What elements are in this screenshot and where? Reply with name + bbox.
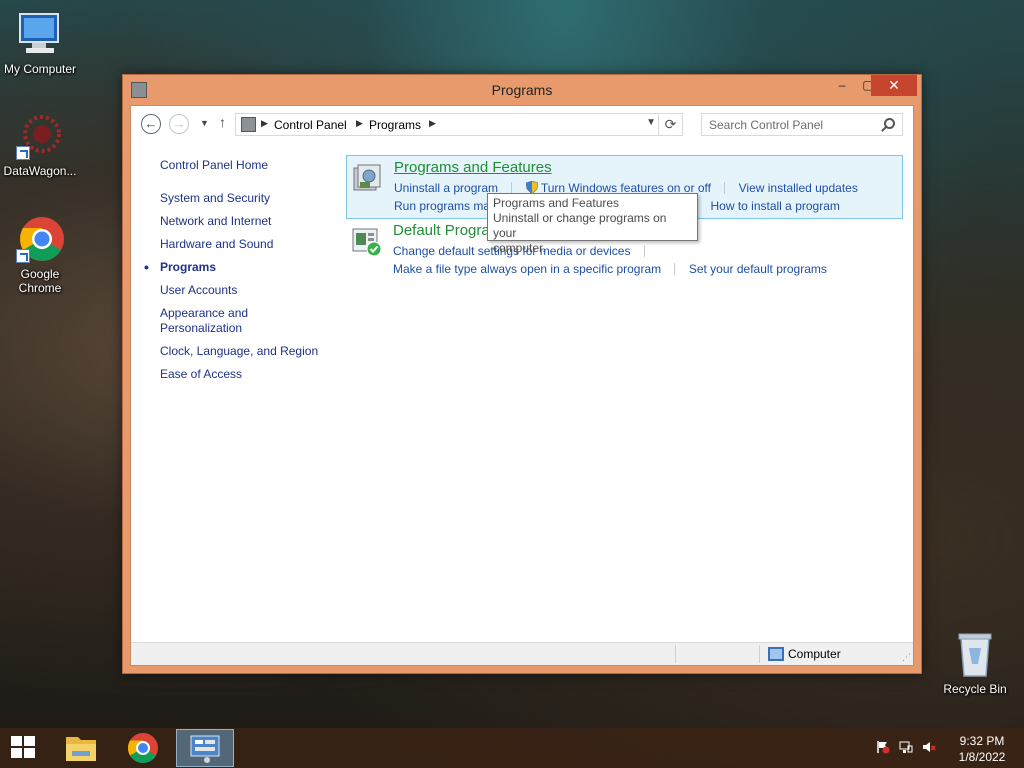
status-divider [759,645,760,663]
computer-icon [768,647,784,661]
search-icon[interactable] [884,118,895,129]
desktop-icon-recycle-bin[interactable]: Recycle Bin [935,630,1015,696]
how-to-install-program-link[interactable]: How to install a program [710,199,839,213]
desktop-icon-label: Recycle Bin [943,682,1007,696]
address-dropdown-chevron-icon[interactable]: ▼ [646,117,656,128]
datawagon-icon [16,112,64,160]
desktop-icon-label: My Computer [3,62,77,76]
navigation-bar: ← → ▼ ↑ ▶ Control Panel ▶ Programs ▶ ▼ ⟳ [131,106,913,142]
sidebar-item-control-panel-home[interactable]: Control Panel Home [160,158,335,173]
view-installed-updates-link[interactable]: View installed updates [739,181,858,195]
default-programs-links-row2: Make a file type always open in a specif… [393,260,903,278]
windows-logo-icon [24,748,35,758]
breadcrumb-control-panel[interactable]: Control Panel [274,118,347,132]
taskbar-file-explorer[interactable] [52,729,110,767]
chrome-icon [16,215,64,263]
refresh-button[interactable]: ⟳ [659,113,683,136]
file-type-association-link[interactable]: Make a file type always open in a specif… [393,262,661,276]
taskbar-google-chrome[interactable] [114,729,172,767]
file-explorer-icon [66,737,96,761]
tooltip-line: computer. [493,241,546,255]
desktop-icon-my-computer[interactable]: My Computer [0,10,80,76]
sidebar-item-personalization[interactable]: Personalization [160,321,335,336]
minimize-button[interactable]: – [829,75,855,96]
search-input[interactable] [709,115,879,135]
chrome-icon [127,733,158,764]
breadcrumb-separator-icon[interactable]: ▶ [261,118,268,129]
set-default-programs-link[interactable]: Set your default programs [689,262,827,276]
sidebar-item-network-and-internet[interactable]: Network and Internet [160,214,335,229]
taskbar-control-panel[interactable] [176,729,234,767]
clock-time: 9:32 PM [959,734,1005,748]
action-center-flag-icon[interactable] [876,740,890,754]
link-divider [724,182,726,194]
shortcut-arrow-icon [16,146,30,160]
status-bar: Computer ⋰ [131,642,913,665]
control-panel-icon [241,117,256,132]
up-arrow-icon[interactable]: ↑ [219,114,226,130]
recent-locations-chevron-icon[interactable]: ▼ [200,118,209,128]
desktop-icon-google-chrome[interactable]: Google Chrome [0,215,80,295]
sidebar-item-user-accounts[interactable]: User Accounts [160,283,335,298]
resize-grip-icon[interactable]: ⋰ [902,652,911,663]
sidebar-item-clock-language-region[interactable]: Clock, Language, and Region [160,344,335,359]
tooltip-title: Programs and Features [493,196,620,210]
sidebar-item-appearance[interactable]: Appearance and [160,306,335,321]
sidebar-item-programs[interactable]: Programs [144,260,335,275]
window-title: Programs [491,82,553,98]
desktop-icon-label: DataWagon... [3,164,77,178]
desktop-icon-label: Google Chrome [18,267,62,295]
desktop-icon-datawagon[interactable]: DataWagon... [0,112,80,178]
shortcut-arrow-icon [16,249,30,263]
breadcrumb-separator-icon[interactable]: ▶ [429,118,436,129]
clock-date: 1/8/2022 [958,750,1006,764]
sidebar: Control Panel Home System and Security N… [144,158,335,390]
taskbar-clock[interactable]: 9:32 PM 1/8/2022 [950,733,1014,765]
control-panel-icon [190,735,220,763]
windows-logo-icon [24,736,35,746]
system-tray [870,740,940,756]
close-button[interactable]: ✕ [871,75,917,96]
back-button[interactable]: ← [141,114,161,134]
window-client-area: ← → ▼ ↑ ▶ Control Panel ▶ Programs ▶ ▼ ⟳… [130,105,914,666]
search-box [701,113,903,136]
link-divider [674,263,676,275]
title-bar[interactable]: Programs – ▢ ✕ [123,75,921,105]
default-programs-icon[interactable] [350,225,382,257]
address-bar[interactable]: ▶ Control Panel ▶ Programs ▶ ▼ [235,113,659,136]
tooltip: Programs and Features Uninstall or chang… [487,193,698,255]
windows-logo-icon [11,736,22,746]
forward-button[interactable]: → [169,114,189,134]
breadcrumb-separator-icon[interactable]: ▶ [356,118,363,129]
sidebar-item-ease-of-access[interactable]: Ease of Access [160,367,335,382]
windows-logo-icon [11,748,22,758]
tooltip-line: Uninstall or change programs on your [493,211,667,240]
status-divider [675,645,676,663]
control-panel-window: Programs – ▢ ✕ ← → ▼ ↑ ▶ Control Panel ▶… [122,74,922,674]
recycle-bin-icon [951,630,999,678]
sidebar-item-system-and-security[interactable]: System and Security [160,191,335,206]
network-icon[interactable] [899,740,913,754]
status-location: Computer [788,647,841,661]
uninstall-program-link[interactable]: Uninstall a program [394,181,498,195]
breadcrumb-programs[interactable]: Programs [369,118,421,132]
programs-and-features-link[interactable]: Programs and Features [394,159,902,177]
my-computer-icon [16,10,64,58]
volume-muted-icon[interactable] [922,740,936,754]
programs-and-features-icon[interactable] [351,162,383,194]
sidebar-item-hardware-and-sound[interactable]: Hardware and Sound [160,237,335,252]
start-button[interactable] [8,736,38,760]
taskbar: 9:32 PM 1/8/2022 [0,728,1024,768]
